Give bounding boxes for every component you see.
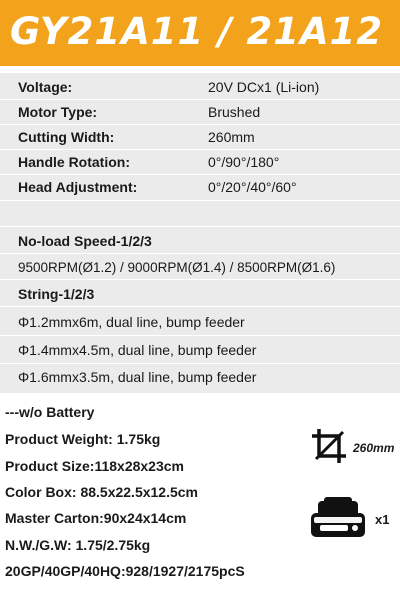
- string-heading: String-1/2/3: [18, 286, 95, 302]
- string-item: Φ1.6mmx3.5m, dual line, bump feeder: [18, 369, 257, 385]
- container-load: 20GP/40GP/40HQ:928/1927/2175pcS: [5, 563, 245, 579]
- spec-row-cutting-width: Cutting Width: 260mm: [0, 124, 400, 150]
- product-weight: Product Weight: 1.75kg: [5, 431, 161, 447]
- divider: [0, 200, 400, 201]
- model-title: GY21A11 / 21A12: [10, 10, 384, 53]
- master-carton: Master Carton:90x24x14cm: [5, 510, 187, 526]
- spec-label: Voltage:: [18, 79, 73, 95]
- package-heading: ---w/o Battery: [5, 404, 95, 420]
- divider: [0, 363, 400, 364]
- string-item: Φ1.4mmx4.5m, dual line, bump feeder: [18, 342, 257, 358]
- header-bar: GY21A11 / 21A12: [0, 0, 400, 66]
- crop-icon: [310, 427, 348, 465]
- spec-label: Motor Type:: [18, 104, 98, 120]
- divider: [0, 253, 400, 254]
- battery-count: x1: [375, 512, 390, 527]
- spec-value: 0°/20°/40°/60°: [208, 179, 297, 195]
- cut-width-label: 260mm: [353, 441, 395, 455]
- speed-heading: No-load Speed-1/2/3: [18, 233, 152, 249]
- spec-row-handle-rotation: Handle Rotation: 0°/90°/180°: [0, 149, 400, 175]
- spec-label: Cutting Width:: [18, 129, 115, 145]
- spec-value: 260mm: [208, 129, 255, 145]
- spec-row-voltage: Voltage: 20V DCx1 (Li-ion): [0, 74, 400, 100]
- string-item: Φ1.2mmx6m, dual line, bump feeder: [18, 314, 245, 330]
- battery-icon: [308, 495, 368, 541]
- divider: [0, 279, 400, 280]
- divider: [0, 306, 400, 307]
- divider: [0, 226, 400, 227]
- spec-label: Handle Rotation:: [18, 154, 130, 170]
- spec-value: Brushed: [208, 104, 261, 120]
- spec-value: 0°/90°/180°: [208, 154, 280, 170]
- divider: [0, 335, 400, 336]
- net-gross-weight: N.W./G.W: 1.75/2.75kg: [5, 537, 151, 553]
- spec-row-motor: Motor Type: Brushed: [0, 99, 400, 125]
- product-size: Product Size:118x28x23cm: [5, 458, 184, 474]
- spec-label: Head Adjustment:: [18, 179, 138, 195]
- speed-values: 9500RPM(Ø1.2) / 9000RPM(Ø1.4) / 8500RPM(…: [18, 260, 336, 275]
- spec-value: 20V DCx1 (Li-ion): [208, 79, 320, 95]
- color-box: Color Box: 88.5x22.5x12.5cm: [5, 484, 198, 500]
- spec-row-head-adjustment: Head Adjustment: 0°/20°/40°/60°: [0, 174, 400, 200]
